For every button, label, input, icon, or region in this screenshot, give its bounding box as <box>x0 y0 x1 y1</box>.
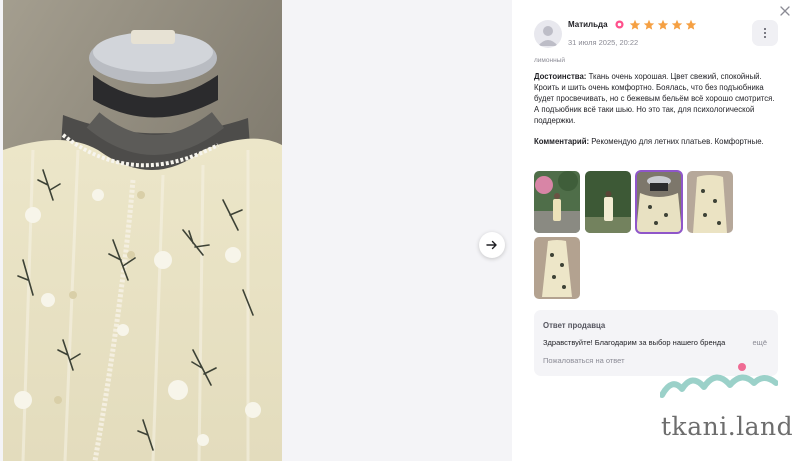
seller-reply-more-link[interactable]: ещё <box>752 338 767 347</box>
arrow-right-icon <box>486 240 497 250</box>
photo-thumbnail-active[interactable] <box>635 170 683 234</box>
review-date: 31 июля 2025, 20:22 <box>568 38 639 47</box>
next-photo-button[interactable] <box>479 232 505 258</box>
pros-label: Достоинства: <box>534 72 587 81</box>
report-reply-link[interactable]: Пожаловаться на ответ <box>543 356 625 365</box>
photo-thumbnail[interactable] <box>687 171 733 233</box>
photo-thumbnail[interactable] <box>534 171 580 233</box>
star-icon <box>657 18 669 30</box>
review-author: Матильда <box>568 20 608 29</box>
verified-badge-icon <box>615 20 624 29</box>
close-icon <box>780 6 790 16</box>
star-icon <box>643 18 655 30</box>
photo-thumbnail[interactable] <box>534 237 580 299</box>
photo-viewer <box>0 0 512 461</box>
star-icon <box>629 18 641 30</box>
star-icon <box>671 18 683 30</box>
review-pros: Достоинства: Ткань очень хорошая. Цвет с… <box>534 71 779 126</box>
seller-reply-text: Здравствуйте! Благодарим за выбор нашего… <box>543 338 726 347</box>
star-icon <box>685 18 697 30</box>
review-header: Матильда 31 июля 2025, 20:22 <box>534 18 780 50</box>
main-photo-image <box>3 0 282 461</box>
close-button[interactable] <box>778 4 792 18</box>
seller-reply-title: Ответ продавца <box>543 321 606 330</box>
watermark-logo <box>660 363 778 398</box>
user-avatar-icon <box>538 26 558 46</box>
review-comment: Комментарий: Рекомендую для летних плать… <box>534 136 779 147</box>
rating-stars <box>629 18 697 30</box>
more-options-button[interactable] <box>752 20 778 46</box>
photo-thumbnail[interactable] <box>585 171 631 233</box>
main-photo[interactable] <box>3 0 282 461</box>
watermark-text: tkani.land <box>661 412 794 441</box>
product-variant: лимонный <box>534 57 565 64</box>
comment-label: Комментарий: <box>534 137 590 146</box>
more-vertical-icon <box>764 28 766 38</box>
comment-text: Рекомендую для летних платьев. Комфортны… <box>591 137 764 146</box>
avatar <box>534 20 562 48</box>
